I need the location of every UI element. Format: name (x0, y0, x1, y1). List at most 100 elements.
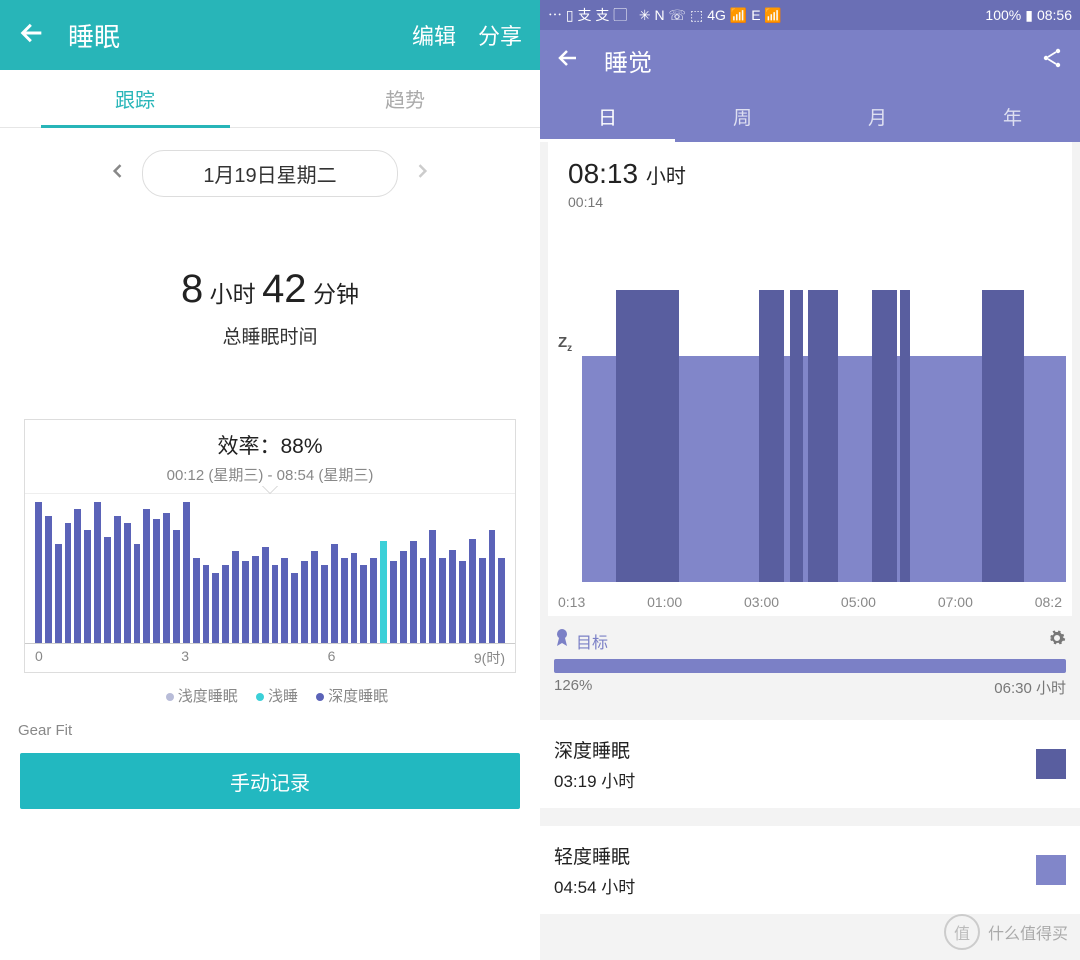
deep-sleep-block (759, 290, 784, 582)
device-label: Gear Fit (0, 718, 540, 753)
sleep-bar (311, 551, 318, 643)
sleep-bar (301, 561, 308, 643)
sleep-bar (498, 558, 505, 643)
sleep-bar (134, 544, 141, 643)
timeline-xaxis: 0:13 01:00 03:00 05:00 07:00 08:2 (554, 594, 1066, 610)
edit-button[interactable]: 编辑 (412, 19, 456, 51)
sleep-bar (281, 558, 288, 643)
goal-section: 目标 126% 06:30 小时 (540, 616, 1080, 710)
sleep-bar (469, 539, 476, 643)
sleep-bar (45, 516, 52, 643)
left-tabs: 跟踪 趋势 (0, 70, 540, 128)
sleep-bar (222, 565, 229, 643)
sleep-bar (390, 561, 397, 643)
status-icons: ⋯ ▯ 支 支 ▢ ✳ N ☏ ⬚ (548, 5, 703, 25)
date-selector: 1月19日星期二 (0, 128, 540, 207)
deep-sleep-block (808, 290, 838, 582)
sleep-bar (479, 558, 486, 643)
sleep-start-time: 00:14 (554, 194, 1066, 210)
total-sleep-label: 总睡眠时间 (0, 322, 540, 349)
tab-track[interactable]: 跟踪 (0, 70, 270, 127)
sleep-bar (489, 530, 496, 643)
deep-sleep-row[interactable]: 深度睡眠 03:19 小时 (540, 720, 1080, 808)
sleep-bar (84, 530, 91, 643)
sleep-bar (351, 553, 358, 643)
sleep-legend: 浅度睡眠 浅睡 深度睡眠 (0, 673, 540, 718)
ribbon-icon (554, 628, 570, 653)
sleep-bar (380, 541, 387, 643)
legend-dot-deep (316, 693, 324, 701)
goal-target: 06:30 小时 (994, 677, 1066, 698)
next-day-icon[interactable] (412, 161, 432, 186)
sleep-bar (360, 565, 367, 643)
efficiency-card: 效率：88% 00:12 (星期三) - 08:54 (星期三) 0 3 6 9… (24, 419, 516, 673)
tab-day[interactable]: 日 (540, 90, 675, 142)
sleep-bar (212, 573, 219, 644)
sleep-summary: 8 小时 42 分钟 总睡眠时间 (0, 207, 540, 379)
sleep-timeline-chart[interactable]: Zz 0:13 01:00 03:00 05:00 07:00 08:2 (554, 240, 1066, 610)
back-icon[interactable] (556, 46, 580, 75)
sleep-bar (252, 556, 259, 643)
sleep-bar (410, 541, 417, 643)
date-pill[interactable]: 1月19日星期二 (142, 150, 397, 197)
sleep-bar (124, 523, 131, 643)
manual-record-button[interactable]: 手动记录 (20, 753, 520, 809)
light-swatch (1036, 855, 1066, 885)
sleep-bar (143, 509, 150, 643)
sleep-bar (74, 509, 81, 643)
sleep-bar (232, 551, 239, 643)
gear-icon[interactable] (1048, 629, 1066, 652)
legend-dot-light (256, 693, 264, 701)
right-tabs: 日 周 月 年 (540, 90, 1080, 142)
share-button[interactable]: 分享 (478, 19, 522, 51)
sleep-bar (272, 565, 279, 643)
tab-year[interactable]: 年 (945, 90, 1080, 142)
sleep-stage-chart[interactable] (25, 493, 515, 643)
sleep-zz-icon: Zz (558, 334, 572, 354)
deep-sleep-block (872, 290, 897, 582)
sleep-total: 08:13 小时 (554, 152, 1066, 194)
efficiency-range: 00:12 (星期三) - 08:54 (星期三) (25, 464, 515, 493)
tab-month[interactable]: 月 (810, 90, 945, 142)
goal-pct: 126% (554, 677, 592, 698)
sleep-bar (459, 561, 466, 643)
light-sleep-row[interactable]: 轻度睡眠 04:54 小时 (540, 826, 1080, 914)
watermark: 值 什么值得买 (944, 914, 1068, 950)
back-icon[interactable] (18, 19, 46, 52)
clock: 08:56 (1037, 7, 1072, 23)
sleep-bar (203, 565, 210, 643)
sleep-bar (35, 502, 42, 643)
deep-sleep-block (900, 290, 910, 582)
total-sleep-value: 8 小时 42 分钟 (0, 267, 540, 312)
right-app: ⋯ ▯ 支 支 ▢ ✳ N ☏ ⬚ 4G 📶 E 📶 100% ▮ 08:56 … (540, 0, 1080, 960)
left-app: 睡眠 编辑 分享 跟踪 趋势 1月19日星期二 8 小时 42 分钟 总睡眠时间… (0, 0, 540, 960)
deep-sleep-block (790, 290, 803, 582)
goal-progress-bar (554, 659, 1066, 673)
sleep-bar (153, 519, 160, 643)
tab-week[interactable]: 周 (675, 90, 810, 142)
sleep-bar (173, 530, 180, 643)
sleep-bar (262, 547, 269, 643)
signal-icon: 📶 E 📶 (730, 7, 782, 24)
right-header: 睡觉 (540, 30, 1080, 90)
right-title: 睡觉 (604, 43, 1040, 78)
sleep-bar (163, 513, 170, 643)
efficiency-label: 效率：88% (25, 420, 515, 464)
prev-day-icon[interactable] (108, 161, 128, 186)
goal-label: 目标 (576, 629, 608, 653)
sleep-bar (321, 565, 328, 643)
deep-sleep-block (982, 290, 1024, 582)
sleep-bar (429, 530, 436, 643)
sleep-bar (449, 550, 456, 643)
sleep-chart-xaxis: 0 3 6 9(时) (25, 643, 515, 672)
share-icon[interactable] (1040, 46, 1064, 75)
sleep-bar (439, 558, 446, 643)
sleep-bar (341, 558, 348, 643)
sleep-bar (193, 558, 200, 643)
sleep-bar (331, 544, 338, 643)
tab-trend[interactable]: 趋势 (270, 70, 540, 127)
sleep-bar (420, 558, 427, 643)
sleep-bar (65, 523, 72, 643)
sleep-bar (183, 502, 190, 643)
sleep-bar (55, 544, 62, 643)
